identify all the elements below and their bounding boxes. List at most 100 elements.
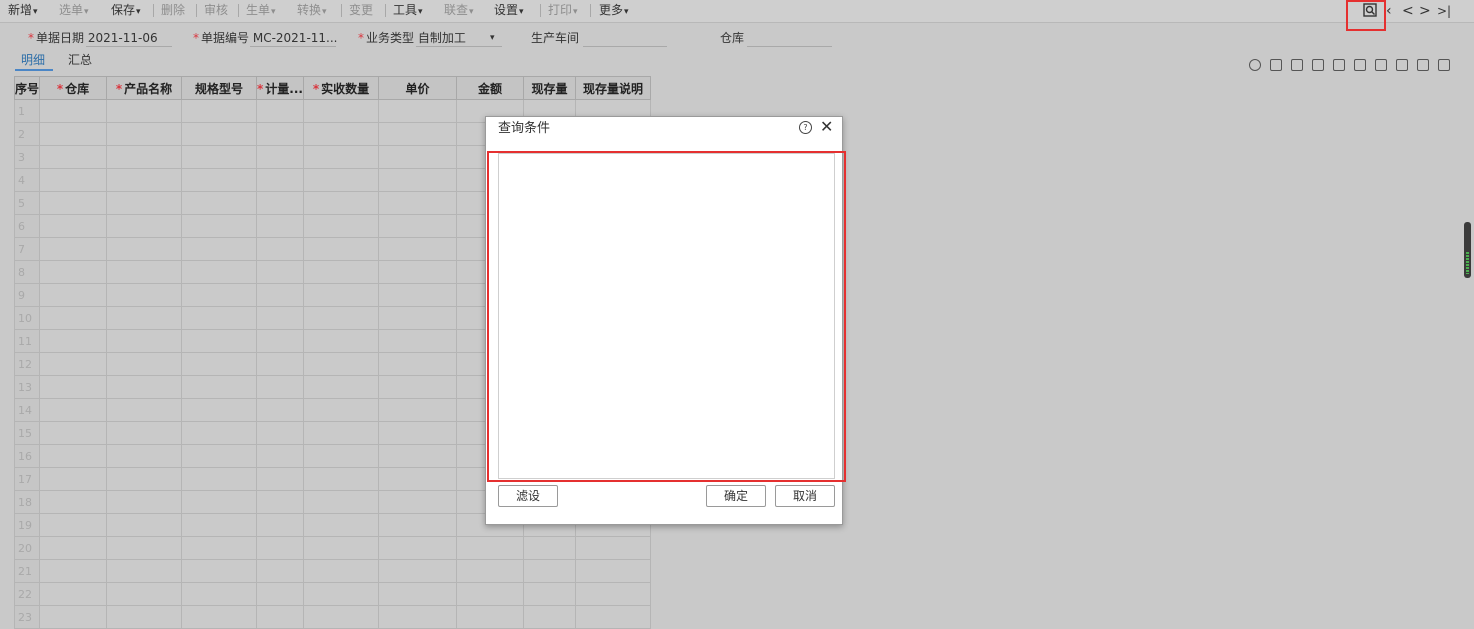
table-cell[interactable] (106, 421, 183, 445)
table-cell[interactable] (377, 421, 457, 445)
table-cell[interactable] (256, 352, 304, 376)
table-cell[interactable] (377, 398, 457, 422)
table-cell[interactable] (302, 536, 379, 560)
menu-7[interactable]: 变更 (349, 2, 373, 18)
table-cell[interactable] (302, 329, 379, 353)
table-cell[interactable] (377, 513, 457, 537)
table-cell[interactable] (181, 237, 258, 261)
table-cell[interactable] (39, 214, 108, 238)
table-cell[interactable] (256, 283, 304, 307)
table-cell[interactable] (302, 490, 379, 514)
table-cell[interactable] (106, 237, 183, 261)
biztype-field[interactable]: * 业务类型 自制加工 ▾ (358, 30, 495, 46)
fullscreen-icon[interactable] (1438, 59, 1450, 71)
table-cell[interactable] (522, 559, 576, 583)
table-cell[interactable] (256, 122, 304, 146)
table-cell[interactable] (181, 605, 258, 629)
table-cell[interactable] (302, 306, 379, 330)
table-cell[interactable] (39, 260, 108, 284)
close-icon[interactable]: ✕ (820, 118, 833, 136)
table-cell[interactable] (106, 191, 183, 215)
table-cell[interactable] (574, 605, 651, 629)
table-cell[interactable] (377, 283, 457, 307)
menu-9[interactable]: 联查▾ (444, 2, 474, 20)
table-cell[interactable] (181, 306, 258, 330)
table-cell[interactable] (302, 122, 379, 146)
number-field[interactable]: * 单据编号 MC-2021-11... (193, 30, 338, 46)
table-cell[interactable] (181, 582, 258, 606)
menu-11[interactable]: 打印▾ (548, 2, 578, 20)
table-cell[interactable] (455, 582, 524, 606)
table-cell[interactable] (181, 214, 258, 238)
table-cell[interactable] (181, 352, 258, 376)
table-cell[interactable] (256, 168, 304, 192)
column-header[interactable]: * 仓库 (39, 76, 108, 100)
table-cell[interactable] (39, 168, 108, 192)
table-cell[interactable] (106, 145, 183, 169)
table-cell[interactable] (39, 513, 108, 537)
filter-settings-button[interactable]: 滤设 (498, 485, 558, 507)
table-cell[interactable] (106, 490, 183, 514)
table-cell[interactable] (39, 444, 108, 468)
table-cell[interactable] (256, 99, 304, 123)
column-header[interactable]: 现存量说明 (574, 76, 651, 100)
table-cell[interactable] (302, 444, 379, 468)
table-cell[interactable] (39, 536, 108, 560)
table-cell[interactable] (256, 582, 304, 606)
menu-5[interactable]: 生单▾ (246, 2, 276, 20)
table-cell[interactable] (39, 99, 108, 123)
table-cell[interactable] (377, 444, 457, 468)
table-cell[interactable] (256, 490, 304, 514)
table-cell[interactable] (256, 513, 304, 537)
menu-10[interactable]: 设置▾ (494, 2, 524, 20)
table-cell[interactable] (39, 237, 108, 261)
edit-icon[interactable] (1354, 59, 1366, 71)
table-cell[interactable] (39, 398, 108, 422)
table-cell[interactable] (377, 306, 457, 330)
table-cell[interactable] (181, 145, 258, 169)
table-cell[interactable] (106, 329, 183, 353)
menu-4[interactable]: 审核 (204, 2, 228, 18)
table-cell[interactable] (256, 421, 304, 445)
column-header[interactable]: 规格型号 (181, 76, 258, 100)
table-cell[interactable] (377, 168, 457, 192)
table-cell[interactable] (106, 513, 183, 537)
table-cell[interactable] (302, 168, 379, 192)
copy-icon[interactable] (1270, 59, 1282, 71)
table-cell[interactable] (106, 398, 183, 422)
table-cell[interactable] (39, 191, 108, 215)
table-cell[interactable] (39, 467, 108, 491)
prev-icon[interactable]: < (1402, 2, 1414, 20)
table-cell[interactable] (302, 605, 379, 629)
table-cell[interactable] (39, 283, 108, 307)
table-cell[interactable] (181, 375, 258, 399)
table-cell[interactable] (574, 582, 651, 606)
table-cell[interactable] (256, 467, 304, 491)
table-cell[interactable] (302, 191, 379, 215)
table-cell[interactable] (302, 398, 379, 422)
table-cell[interactable] (256, 214, 304, 238)
table-cell[interactable] (39, 605, 108, 629)
table-cell[interactable] (106, 582, 183, 606)
table-cell[interactable] (302, 559, 379, 583)
table-cell[interactable] (522, 536, 576, 560)
table-cell[interactable] (256, 375, 304, 399)
table-cell[interactable] (181, 329, 258, 353)
table-cell[interactable] (256, 306, 304, 330)
column-header[interactable]: 现存量 (522, 76, 576, 100)
table-cell[interactable] (106, 214, 183, 238)
table-cell[interactable] (377, 122, 457, 146)
menu-1[interactable]: 选单▾ (59, 2, 89, 20)
delete-row-icon[interactable] (1312, 59, 1324, 71)
locate-icon[interactable] (1249, 59, 1261, 71)
table-cell[interactable] (106, 99, 183, 123)
table-cell[interactable] (256, 444, 304, 468)
table-cell[interactable] (106, 375, 183, 399)
table-cell[interactable] (181, 490, 258, 514)
table-cell[interactable] (181, 444, 258, 468)
table-cell[interactable] (377, 605, 457, 629)
menu-3[interactable]: 删除 (161, 2, 185, 18)
paste-icon[interactable] (1291, 59, 1303, 71)
table-cell[interactable] (302, 214, 379, 238)
table-cell[interactable] (106, 352, 183, 376)
